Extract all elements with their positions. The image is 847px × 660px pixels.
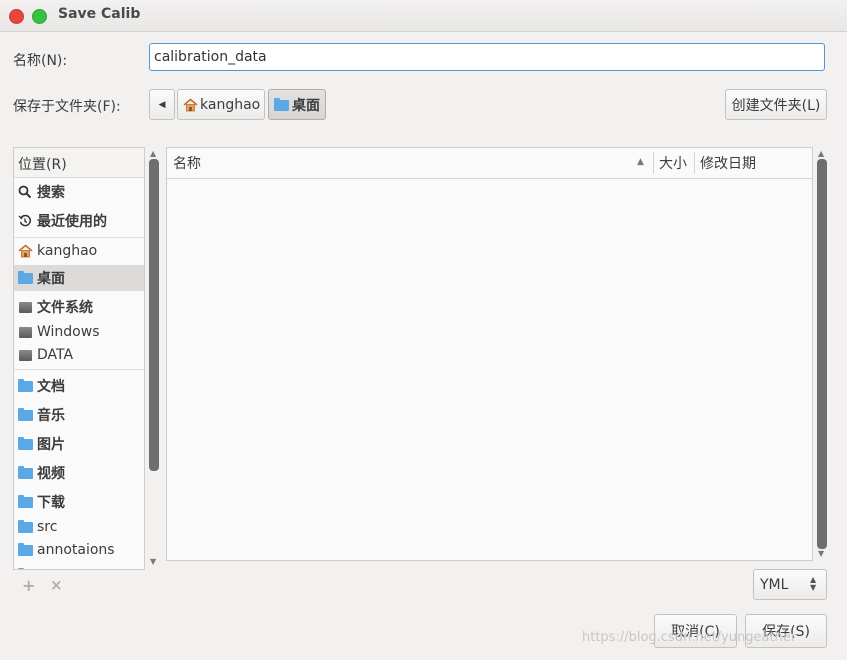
search-icon	[17, 185, 33, 199]
sidebar-item-recent[interactable]: 最近使用的	[14, 208, 144, 234]
sidebar-item-label: 下载	[37, 495, 65, 511]
recent-icon	[17, 214, 33, 228]
sidebar-item-label: 视频	[37, 466, 65, 482]
sidebar-item-label: Windows	[37, 324, 100, 340]
sidebar-scrollbar[interactable]: ▲ ▼	[147, 147, 161, 570]
sidebar-item-desktop[interactable]: 桌面	[14, 265, 144, 291]
folder-icon	[17, 436, 33, 450]
folder-icon	[17, 494, 33, 508]
sidebar-item-label: 音乐	[37, 408, 65, 424]
column-divider	[653, 152, 654, 174]
sidebar-item-pictures[interactable]: 图片	[14, 431, 144, 457]
sidebar-item-annotaions[interactable]: annotaions	[14, 537, 144, 563]
close-window-button[interactable]	[9, 9, 24, 24]
sidebar-item-label: 桌面	[37, 271, 65, 287]
crumb-desktop[interactable]: 桌面	[268, 89, 326, 120]
sidebar-item-home[interactable]: kanghao	[14, 238, 144, 264]
sidebar-item-documents[interactable]: 文档	[14, 373, 144, 399]
folder-icon	[17, 407, 33, 421]
drive-icon	[17, 326, 33, 338]
scroll-up-arrow-icon[interactable]: ▲	[818, 149, 824, 158]
column-size-label: 大小	[659, 156, 687, 172]
column-modified-label: 修改日期	[700, 156, 756, 172]
sidebar-header: 位置(R)	[14, 148, 144, 178]
path-back-button[interactable]: ◀	[149, 89, 175, 120]
filename-input[interactable]	[149, 43, 825, 71]
places-sidebar: 位置(R) 搜索 最近使用的 kanghao 桌面 文件系统 Windows D…	[13, 147, 145, 570]
column-divider	[694, 152, 695, 174]
save-in-label: 保存于文件夹(F):	[13, 99, 121, 115]
file-list-header: 名称 ▲ 大小 修改日期	[167, 148, 812, 179]
folder-icon	[17, 378, 33, 392]
scroll-up-arrow-icon[interactable]: ▲	[150, 149, 156, 158]
chevron-left-icon: ◀	[158, 99, 166, 110]
sidebar-item-label: DATA	[37, 347, 74, 363]
folder-icon	[17, 465, 33, 479]
sidebar-item-label: src	[37, 519, 58, 535]
scroll-down-arrow-icon[interactable]: ▼	[150, 557, 156, 566]
sidebar-header-label: 位置(R)	[18, 157, 67, 173]
column-size[interactable]: 大小	[659, 148, 687, 178]
home-icon	[17, 244, 33, 258]
create-folder-button[interactable]: 创建文件夹(L)	[725, 89, 827, 120]
watermark-text: https://blog.csdn.net/yungeather	[582, 630, 797, 645]
sidebar-item-music[interactable]: 音乐	[14, 402, 144, 428]
sort-ascending-icon: ▲	[637, 157, 644, 167]
scroll-down-arrow-icon[interactable]: ▼	[818, 549, 824, 558]
sidebar-item-label: 文档	[37, 379, 65, 395]
sidebar-divider	[14, 369, 144, 370]
filelist-scrollbar[interactable]: ▲ ▼	[815, 147, 829, 561]
spinner-arrows-icon: ▲ ▼	[810, 575, 817, 592]
crumb-label: 桌面	[292, 97, 320, 114]
sidebar-item-downloads[interactable]: 下载	[14, 489, 144, 515]
drive-icon	[17, 301, 33, 313]
sidebar-item-filesystem[interactable]: 文件系统	[14, 294, 144, 320]
crumb-kanghao[interactable]: kanghao	[177, 89, 265, 120]
add-bookmark-button[interactable]: +	[22, 576, 35, 595]
sidebar-item-videos[interactable]: 视频	[14, 460, 144, 486]
sidebar-item-search[interactable]: 搜索	[14, 179, 144, 205]
sidebar-item-label: annotaions	[37, 542, 115, 558]
window-title: Save Calib	[58, 6, 141, 22]
column-name[interactable]: 名称	[173, 148, 653, 178]
sidebar-item-label: kanghao	[37, 243, 98, 259]
sidebar-scroll-thumb[interactable]	[149, 159, 159, 471]
sidebar-item-label: 搜索	[37, 185, 65, 201]
sidebar-item-label: 文件系统	[37, 300, 93, 316]
sidebar-item-data[interactable]: DATA	[14, 342, 144, 368]
sidebar-item-label: 最近使用的	[37, 214, 107, 230]
column-name-label: 名称	[173, 156, 201, 172]
sidebar-item-label: 图片	[37, 437, 65, 453]
file-type-value: YML	[760, 576, 789, 593]
filelist-scroll-thumb[interactable]	[817, 159, 827, 549]
remove-bookmark-button[interactable]: ×	[50, 576, 63, 594]
file-list[interactable]: 名称 ▲ 大小 修改日期	[166, 147, 813, 561]
folder-icon	[17, 519, 33, 533]
crumb-label: kanghao	[200, 96, 261, 113]
folder-icon	[17, 270, 33, 284]
home-icon	[183, 97, 198, 112]
folder-icon	[17, 567, 24, 569]
folder-icon	[274, 98, 289, 111]
drive-icon	[17, 349, 33, 361]
maximize-window-button[interactable]	[32, 9, 47, 24]
folder-icon	[17, 542, 33, 556]
sidebar-item-partial[interactable]	[14, 562, 144, 569]
column-modified[interactable]: 修改日期	[700, 148, 756, 178]
name-label: 名称(N):	[13, 53, 68, 69]
file-type-filter[interactable]: YML ▲ ▼	[753, 569, 827, 600]
